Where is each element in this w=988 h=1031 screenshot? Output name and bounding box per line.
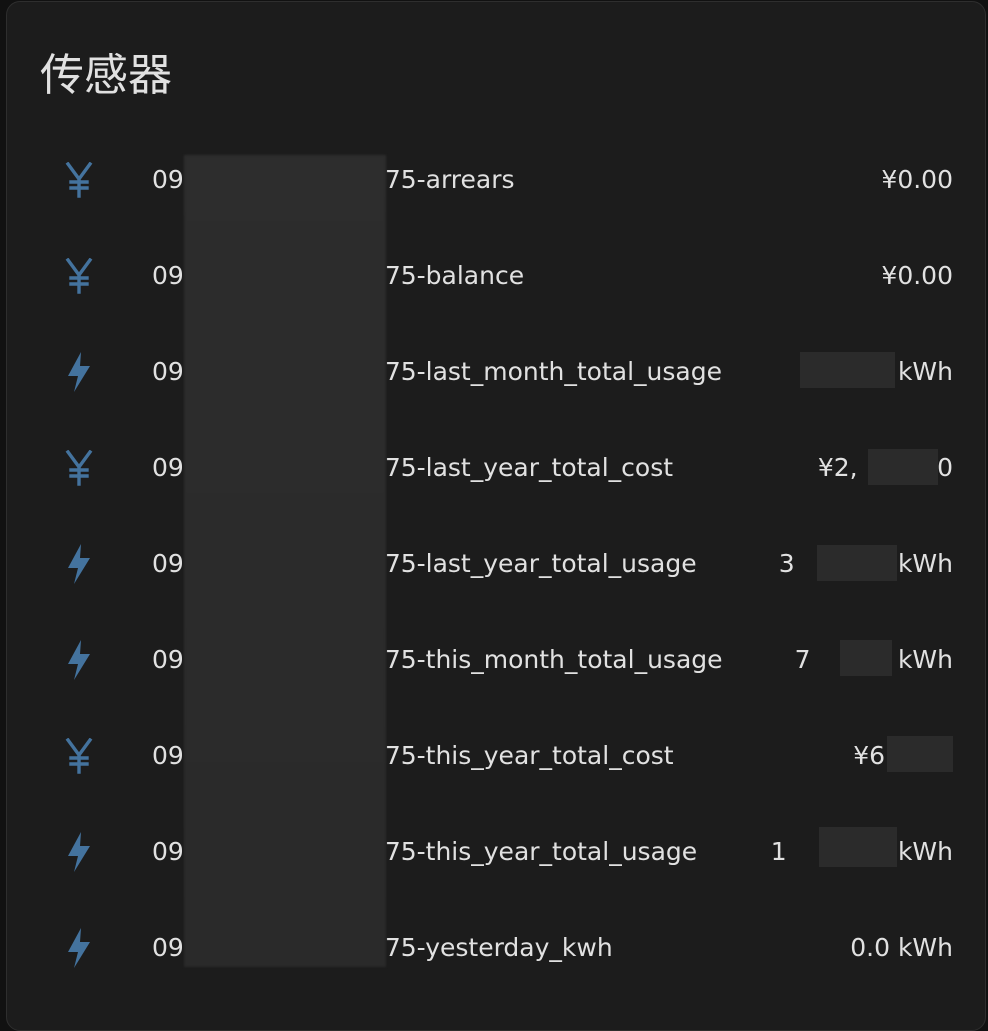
sensors-card: 传感器 09 75-arrears ¥0.00 09 75-balance ¥0.0… [6, 1, 986, 1031]
lightning-icon [64, 928, 94, 968]
lightning-icon [64, 832, 94, 872]
lightning-icon [64, 544, 94, 584]
redaction-block [887, 736, 953, 772]
yen-icon [64, 448, 94, 488]
sensor-state: ¥0.00 [881, 261, 953, 290]
sensor-state: ¥0.00 [881, 165, 953, 194]
sensor-row-yesterday-kwh[interactable]: 09 75-yesterday_kwh 0.0 kWh [7, 900, 985, 996]
redaction-block [817, 545, 897, 581]
redaction-block [819, 827, 897, 867]
card-title: 传感器 [40, 50, 172, 101]
redaction-block [184, 155, 386, 967]
sensor-row-this-year-total-cost[interactable]: 09 75-this_year_total_cost ¥6 [7, 708, 985, 804]
lightning-icon [64, 352, 94, 392]
sensor-state: ¥6 [853, 741, 885, 770]
sensor-state: 0.0 kWh [850, 933, 953, 962]
yen-icon [64, 160, 94, 200]
lightning-icon [64, 640, 94, 680]
sensor-row-arrears[interactable]: 09 75-arrears ¥0.00 [7, 132, 985, 228]
redaction-block [868, 449, 938, 485]
redaction-block [840, 640, 892, 676]
sensor-row-last-year-total-cost[interactable]: 09 75-last_year_total_cost ¥2, 0 [7, 420, 985, 516]
sensor-row-this-month-total-usage[interactable]: 09 75-this_month_total_usage 7 kWh [7, 612, 985, 708]
sensor-state: kWh [897, 357, 953, 386]
yen-icon [64, 256, 94, 296]
sensor-row-balance[interactable]: 09 75-balance ¥0.00 [7, 228, 985, 324]
redaction-block [800, 352, 895, 388]
yen-icon [64, 736, 94, 776]
